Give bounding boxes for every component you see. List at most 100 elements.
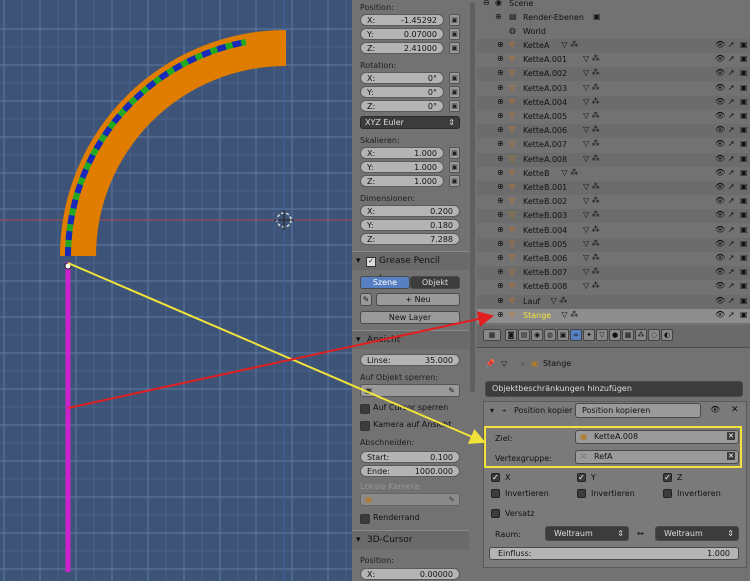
render-camera-icon[interactable]: ▣ [740, 225, 748, 234]
cursor-select-icon[interactable]: ➚ [728, 267, 735, 276]
rotation-y-field[interactable]: Y: 0° [360, 86, 444, 98]
expand-icon[interactable]: ⊕ [497, 40, 504, 49]
modifiers-tab-icon[interactable]: ✦ [583, 329, 595, 341]
render-camera-icon[interactable]: ▣ [740, 168, 748, 177]
invert-x-checkbox[interactable] [491, 489, 500, 498]
position-x-field[interactable]: X: -1.45292 [360, 14, 444, 26]
outliner-object-row[interactable]: ⊕ ▽ KetteA.003 ▽ ⁂ 👁 ➚ ▣ [477, 82, 750, 96]
cursor-select-icon[interactable]: ➚ [728, 83, 735, 92]
expand-icon[interactable]: ⊕ [497, 253, 504, 262]
cursor-select-icon[interactable]: ➚ [728, 225, 735, 234]
render-camera-icon[interactable]: ▣ [740, 40, 748, 49]
pencil-icon[interactable]: ✎ [360, 293, 372, 306]
dimension-z-field[interactable]: Z: 7.288 [360, 233, 460, 245]
lock-icon[interactable]: ▣ [449, 86, 460, 98]
outliner-object-row[interactable]: ⊕ ▽ KetteB.004 ▽ ⁂ 👁 ➚ ▣ [477, 224, 750, 238]
outliner-object-row[interactable]: ⊕ ▽ KetteA.001 ▽ ⁂ 👁 ➚ ▣ [477, 53, 750, 67]
outliner-object-row[interactable]: ⊕ ▽ KetteB ▽ ⁂ 👁 ➚ ▣ [477, 167, 750, 181]
expand-icon[interactable]: ⊕ [497, 239, 504, 248]
cursor-select-icon[interactable]: ➚ [728, 68, 735, 77]
texture-tab-icon[interactable]: ▩ [622, 329, 634, 341]
render-camera-icon[interactable]: ▣ [740, 253, 748, 262]
panel-scrollbar[interactable] [469, 0, 477, 581]
expand-icon[interactable]: ⊕ [497, 281, 504, 290]
axis-y-checkbox[interactable]: ✓ [577, 473, 586, 482]
cursor-select-icon[interactable]: ➚ [728, 182, 735, 191]
eye-icon[interactable]: 👁 [715, 125, 725, 134]
render-border-checkbox[interactable] [360, 514, 370, 524]
world-tab-icon[interactable]: ◍ [544, 329, 556, 341]
render-camera-icon[interactable]: ▣ [740, 210, 748, 219]
expand-icon[interactable]: ⊕ [497, 210, 504, 219]
cursor-select-icon[interactable]: ➚ [728, 239, 735, 248]
expand-icon[interactable]: ⊕ [497, 68, 504, 77]
outliner-object-row[interactable]: ⊕ ▽ Lauf ▽ ⁂ 👁 ➚ ▣ [477, 294, 750, 309]
local-camera-field[interactable]: ▣ ✎ [360, 493, 460, 506]
expand-icon[interactable]: ⊕ [497, 296, 504, 305]
lens-field[interactable]: Linse: 35.000 [360, 354, 460, 366]
view-header[interactable]: ▾ Ansicht [352, 330, 469, 349]
render-camera-icon[interactable]: ▣ [740, 281, 748, 290]
render-camera-icon[interactable]: ▣ [740, 83, 748, 92]
close-icon[interactable]: ✕ [731, 405, 739, 415]
outliner-object-row[interactable]: ⊕ ▽ KetteA.004 ▽ ⁂ 👁 ➚ ▣ [477, 95, 750, 110]
position-z-field[interactable]: Z: 2.41000 [360, 42, 444, 54]
cursor-select-icon[interactable]: ➚ [728, 296, 735, 305]
eye-icon[interactable]: 👁 [715, 253, 725, 262]
render-camera-icon[interactable]: ▣ [740, 97, 748, 106]
constraints-tab-icon[interactable]: ∞ [570, 329, 582, 341]
eye-icon[interactable]: 👁 [715, 239, 725, 248]
dimension-y-field[interactable]: Y: 0.180 [360, 219, 460, 231]
eye-icon[interactable]: 👁 [715, 225, 725, 234]
render-camera-icon[interactable]: ▣ [740, 182, 748, 191]
eye-icon[interactable]: 👁 [715, 267, 725, 276]
outliner-object-row[interactable]: ⊕ ▽ KetteA.007 ▽ ⁂ 👁 ➚ ▣ [477, 138, 750, 152]
outliner-object-row[interactable]: ⊕ ▽ KetteB.007 ▽ ⁂ 👁 ➚ ▣ [477, 266, 750, 281]
cursor-select-icon[interactable]: ➚ [728, 154, 735, 163]
lock-icon[interactable]: ▣ [449, 42, 460, 54]
target-space-dropdown[interactable]: Weltraum ⇕ [655, 526, 739, 541]
eye-icon[interactable]: 👁 [715, 154, 725, 163]
outliner-object-row[interactable]: ⊕ ▽ KetteB.005 ▽ ⁂ 👁 ➚ ▣ [477, 237, 750, 252]
scale-x-field[interactable]: X: 1.000 [360, 147, 444, 159]
pin-icon[interactable]: 📌 [485, 359, 495, 368]
render-camera-icon[interactable]: ▣ [740, 296, 748, 305]
new-layer-button[interactable]: New Layer [360, 311, 460, 324]
outliner-object-row[interactable]: ⊕ ▽ KetteA.002 ▽ ⁂ 👁 ➚ ▣ [477, 67, 750, 82]
eye-icon[interactable]: 👁 [715, 139, 725, 148]
render-camera-icon[interactable]: ▣ [740, 239, 748, 248]
eye-icon[interactable]: 👁 [715, 168, 725, 177]
invert-y-checkbox[interactable] [577, 489, 586, 498]
eye-icon[interactable]: 👁 [715, 68, 725, 77]
render-camera-icon[interactable]: ▣ [740, 54, 748, 63]
expand-icon[interactable]: ⊕ [497, 196, 504, 205]
render-camera-icon[interactable]: ▣ [740, 139, 748, 148]
outliner-object-row[interactable]: ⊕ ▽ KetteA ▽ ⁂ 👁 ➚ ▣ [477, 39, 750, 53]
3d-viewport[interactable] [0, 0, 352, 581]
cursor-select-icon[interactable]: ➚ [728, 139, 735, 148]
lock-camera-checkbox[interactable] [360, 421, 370, 431]
expand-icon[interactable]: ⊕ [497, 83, 504, 92]
outliner-world-row[interactable]: ◍ World [477, 25, 750, 39]
expand-icon[interactable]: ⊕ [497, 310, 504, 319]
grease-pencil-header[interactable]: ▾ ✓ Grease Pencil Layers [352, 251, 469, 284]
render-camera-icon[interactable]: ▣ [740, 267, 748, 276]
render-camera-icon[interactable]: ▣ [740, 310, 748, 319]
lock-icon[interactable]: ▣ [449, 28, 460, 40]
outliner-object-row[interactable]: ⊕ ▽ KetteA.006 ▽ ⁂ 👁 ➚ ▣ [477, 124, 750, 139]
add-constraint-dropdown[interactable]: Objektbeschränkungen hinzufügen [485, 381, 743, 397]
render-layers-tab-icon[interactable]: ▤ [518, 329, 530, 341]
expand-icon[interactable]: ⊕ [497, 182, 504, 191]
eye-icon[interactable]: 👁 [715, 281, 725, 290]
eye-icon[interactable]: 👁 [715, 182, 725, 191]
outliner-object-row[interactable]: ⊕ ▽ KetteB.001 ▽ ⁂ 👁 ➚ ▣ [477, 181, 750, 195]
expand-icon[interactable]: ⊕ [497, 111, 504, 120]
render-camera-icon[interactable]: ▣ [740, 196, 748, 205]
scale-z-field[interactable]: Z: 1.000 [360, 175, 444, 187]
cursor-select-icon[interactable]: ➚ [728, 196, 735, 205]
editor-type-icon[interactable]: ▦ [483, 329, 501, 341]
outliner-object-row[interactable]: ⊕ ▽ KetteA.005 ▽ ⁂ 👁 ➚ ▣ [477, 110, 750, 124]
outliner-object-row[interactable]: ⊕ ▽ Stange ▽ ⁂ 👁 ➚ ▣ [477, 308, 750, 323]
cursor-select-icon[interactable]: ➚ [728, 168, 735, 177]
lock-icon[interactable]: ▣ [449, 72, 460, 84]
